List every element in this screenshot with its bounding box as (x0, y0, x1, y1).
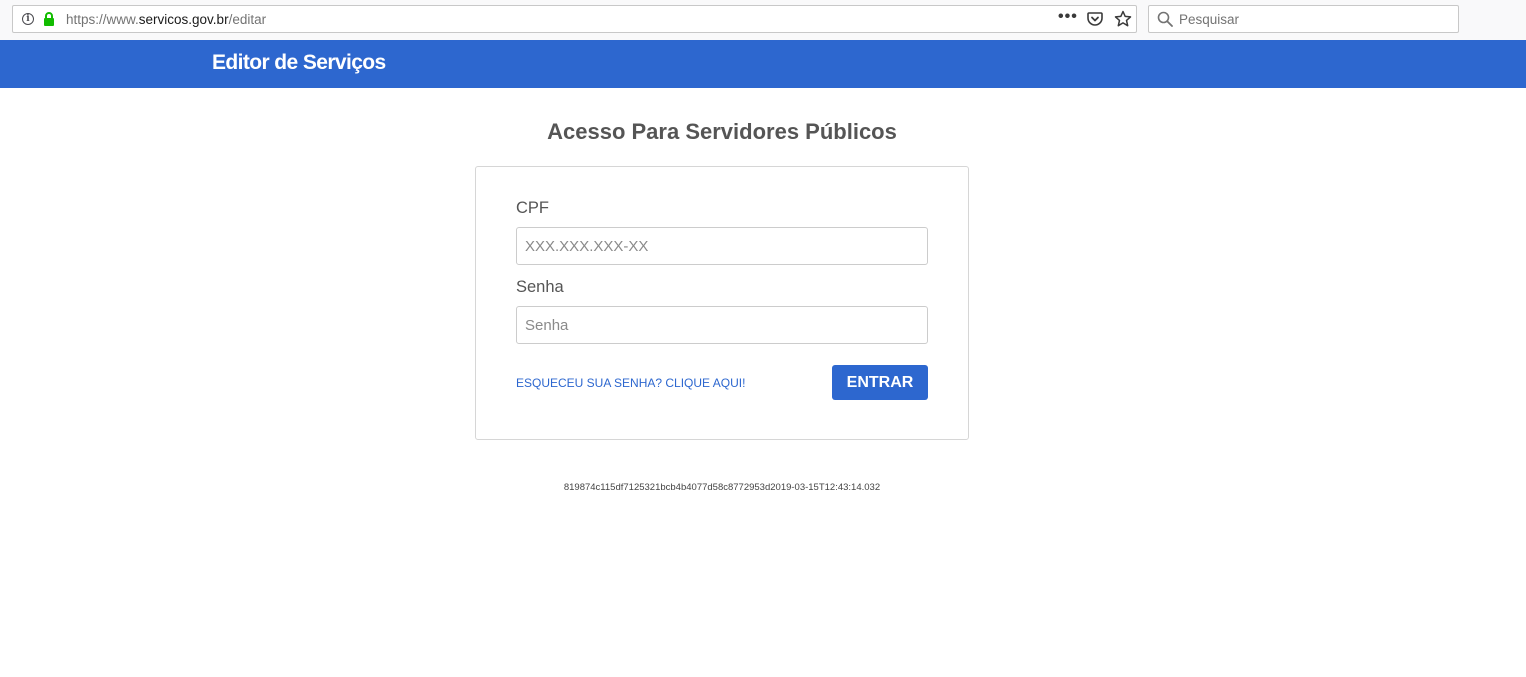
password-input[interactable] (516, 306, 928, 344)
address-bar[interactable]: i https://www.servicos.gov.br/editar ••• (12, 5, 1137, 33)
login-button[interactable]: ENTRAR (832, 365, 928, 400)
info-icon[interactable]: i (22, 13, 34, 25)
browser-toolbar: i https://www.servicos.gov.br/editar ••• (0, 0, 1526, 40)
page-title: Acesso Para Servidores Públicos (547, 119, 897, 144)
password-label: Senha (516, 278, 564, 296)
browser-search-input[interactable] (1179, 7, 1449, 31)
url-text[interactable]: https://www.servicos.gov.br/editar (66, 12, 266, 27)
browser-search-bar[interactable] (1148, 5, 1459, 33)
cpf-input[interactable] (516, 227, 928, 265)
url-host: servicos.gov.br (138, 12, 229, 27)
ellipsis-icon[interactable]: ••• (1058, 8, 1078, 26)
search-icon (1157, 11, 1173, 27)
lock-icon[interactable] (43, 12, 55, 26)
url-prefix: https://www. (66, 12, 139, 27)
star-icon[interactable] (1114, 10, 1132, 28)
login-form: CPF Senha ESQUECEU SUA SENHA? CLIQUE AQU… (475, 166, 969, 440)
build-info: 819874c115df7125321bcb4b4077d58c8772953d… (563, 482, 881, 493)
site-header: Editor de Serviços (0, 40, 1526, 88)
pocket-icon[interactable] (1087, 11, 1103, 27)
forgot-password-link[interactable]: ESQUECEU SUA SENHA? CLIQUE AQUI! (516, 376, 745, 390)
url-path: /editar (228, 12, 267, 27)
cpf-label: CPF (516, 199, 549, 217)
site-title[interactable]: Editor de Serviços (212, 51, 386, 75)
